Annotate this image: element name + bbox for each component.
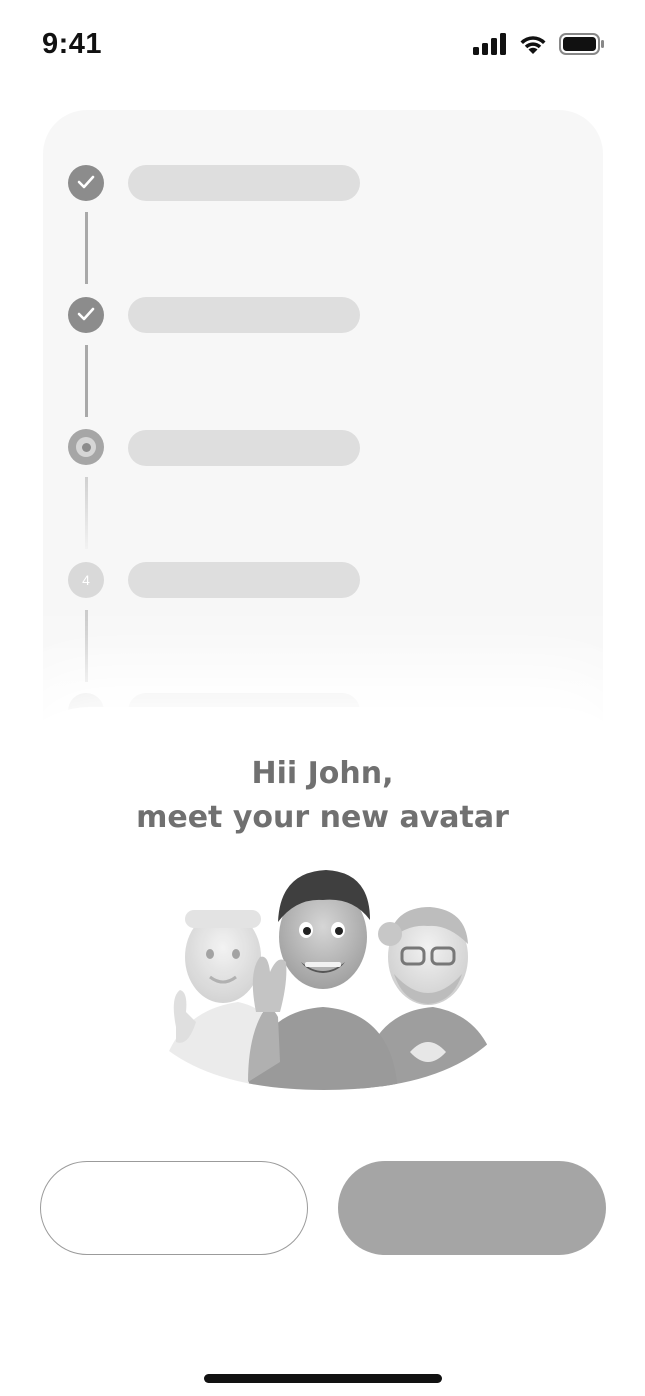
avatar-intro-line: meet your new avatar <box>136 800 509 835</box>
step-1-done-indicator <box>68 165 104 201</box>
status-bar: 9:41 <box>0 0 645 95</box>
status-icons <box>473 33 605 59</box>
home-indicator <box>204 1374 442 1383</box>
step-2-done-indicator <box>68 297 104 333</box>
step-1-placeholder <box>128 165 360 201</box>
battery-icon <box>559 33 605 59</box>
check-icon <box>77 306 95 325</box>
step-2-placeholder <box>128 297 360 333</box>
step-connector <box>85 477 88 549</box>
step-connector <box>85 212 88 284</box>
status-time: 9:41 <box>42 28 103 60</box>
step-3-current-indicator <box>68 429 104 465</box>
secondary-button[interactable] <box>40 1161 308 1255</box>
greeting-line: Hii John, <box>251 756 394 791</box>
step-connector <box>85 345 88 417</box>
avatar-group-illustration <box>148 862 500 1092</box>
wifi-icon <box>518 33 548 59</box>
primary-button[interactable] <box>338 1161 606 1255</box>
step-4-number: 4 <box>82 572 90 588</box>
current-step-icon <box>76 437 96 457</box>
check-icon <box>77 174 95 193</box>
sheet-title: Hii John, meet your new avatar <box>0 752 645 840</box>
step-4-placeholder <box>128 562 360 598</box>
step-3-placeholder <box>128 430 360 466</box>
signal-icon <box>473 33 507 59</box>
step-4-pending-indicator: 4 <box>68 562 104 598</box>
